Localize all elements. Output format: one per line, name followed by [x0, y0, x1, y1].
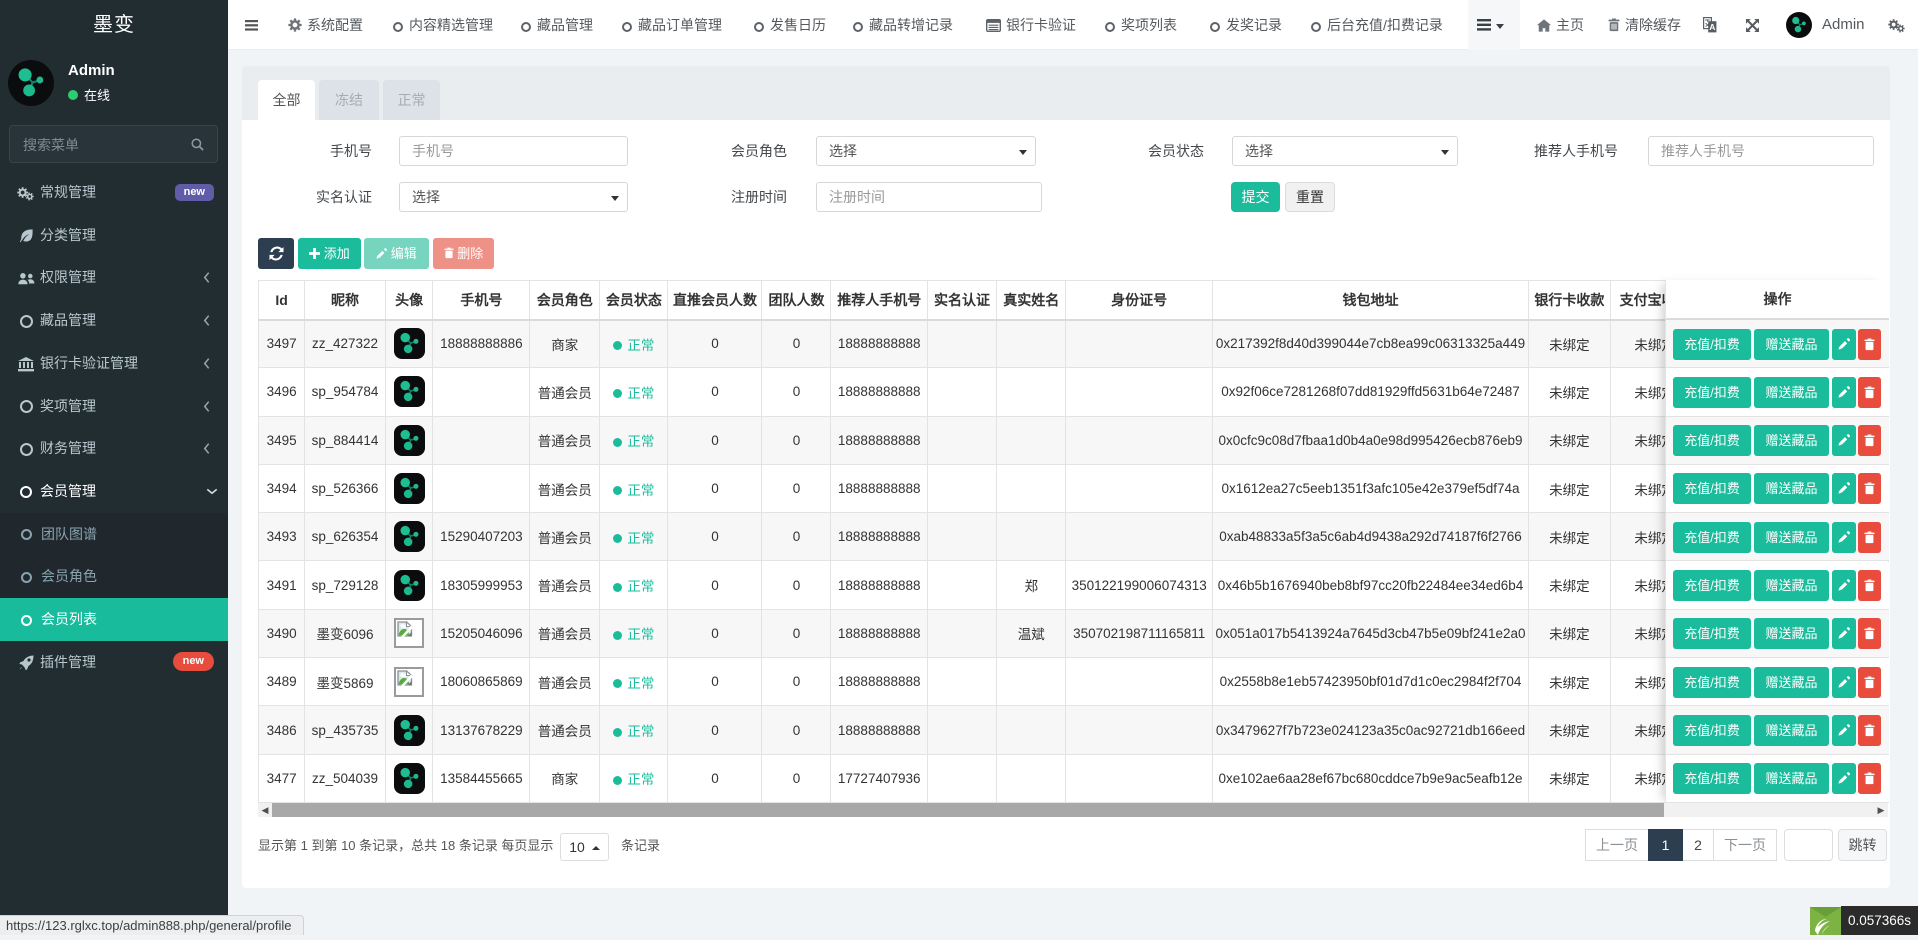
- svg-text:A: A: [1709, 22, 1715, 32]
